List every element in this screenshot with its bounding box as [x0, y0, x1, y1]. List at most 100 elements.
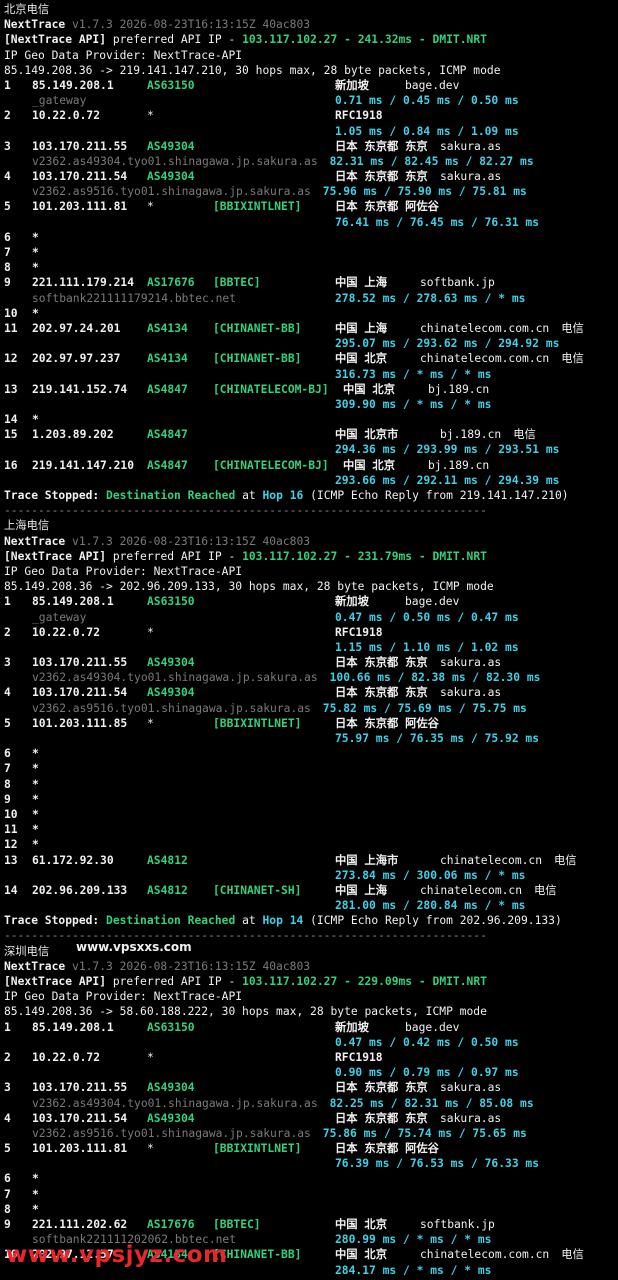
hop-tag: [BBIXINTLNET]: [213, 1142, 302, 1156]
hop-row: 1 85.149.208.1 AS63150 新加坡 bage.dev: [4, 1020, 616, 1035]
hop-isp: 电信: [554, 853, 577, 867]
hop-ip: *: [32, 1187, 39, 1201]
hop-detail-row: 75.97 ms / 76.35 ms / 75.92 ms: [4, 731, 616, 746]
hop-tag: [CHINANET-BB]: [213, 352, 302, 366]
hop-tag: [BBIXINTLNET]: [213, 716, 302, 730]
hop-row: 4 103.170.211.54 AS49304 日本 东京都 东京 sakura.as: [4, 685, 616, 700]
hop-row: 1 85.149.208.1 AS63150 新加坡 bage.dev: [4, 594, 616, 609]
hop-isp: 电信: [513, 428, 536, 442]
hop-geo: 日本 东京都 东京: [335, 1111, 428, 1125]
hop-number: 7: [4, 1187, 11, 1201]
hop-rtt: 76.41 ms / 76.45 ms / 76.31 ms: [335, 215, 540, 229]
hop-hostname: v2362.as9516.tyo01.shinagawa.jp.sakura.a…: [32, 185, 311, 199]
hop-row: 6 *: [4, 1171, 616, 1186]
hop-rtt: 75.86 ms / 75.74 ms / 75.65 ms: [322, 1126, 527, 1140]
nexttrace-name: NextTrace: [4, 959, 66, 973]
api-prefix: [NextTrace API]: [4, 975, 107, 988]
hop-row: 16 219.141.147.210 AS4847 [CHINATELECOM-BJ]…: [4, 458, 616, 473]
hop-number: 1: [4, 78, 11, 92]
hop-row: 6 *: [4, 230, 616, 245]
hop-ip: 221.111.202.62: [32, 1218, 128, 1231]
trace-summary: 85.149.208.36 -> 58.60.188.222, 30 hops …: [4, 1005, 487, 1019]
hop-detail-row: 1.15 ms / 1.10 ms / 1.02 ms: [4, 640, 616, 655]
hop-row: 2 10.22.0.72 * RFC1918: [4, 1050, 616, 1065]
hop-number: 1: [4, 1020, 11, 1034]
hop-domain: softbank.jp: [420, 1218, 495, 1231]
hop-number: 11: [4, 823, 18, 837]
hop-ip: 101.203.111.85: [32, 716, 128, 730]
hop-row: 5 101.203.111.85 * [BBIXINTLNET] 日本 东京都 阿佐谷: [4, 716, 616, 731]
hop-ip: 221.111.179.214: [32, 276, 135, 290]
hop-asn: AS4847: [147, 382, 188, 396]
hop-number: 14: [4, 883, 18, 897]
hop-number: 9: [4, 276, 11, 290]
hop-number: 13: [4, 382, 18, 396]
hop-number: 8: [4, 777, 11, 791]
hop-rtt: 100.66 ms / 82.38 ms / 82.30 ms: [329, 671, 541, 685]
hop-ip: 103.170.211.54: [32, 170, 128, 184]
hop-detail-row: 1.05 ms / 0.84 ms / 1.09 ms: [4, 124, 616, 139]
hop-rtt: 75.97 ms / 76.35 ms / 75.92 ms: [335, 732, 540, 745]
hop-geo: 日本 东京都 东京: [335, 139, 428, 153]
hop-number: 1: [4, 595, 11, 609]
hop-number: 5: [4, 200, 11, 214]
api-ip: 103.117.102.27: [242, 33, 338, 47]
hop-ip: *: [32, 838, 39, 852]
api-node: DMIT.NRT: [432, 549, 487, 563]
inline-group: [NextTrace API] preferred API IP - 103.1…: [4, 549, 487, 564]
hop-number: 16: [4, 458, 18, 472]
hop-asn: *: [147, 1050, 154, 1064]
hop-asn: AS4134: [147, 352, 188, 366]
hop-asn: AS49304: [147, 170, 195, 184]
hop-asn: AS49304: [147, 656, 195, 670]
hop-rtt: 284.17 ms / * ms / * ms: [335, 1263, 492, 1277]
hop-ip: *: [32, 306, 39, 320]
hop-ip: 10.22.0.72: [32, 1050, 101, 1064]
hop-row: 14 202.96.209.133 AS4812 [CHINANET-SH] 中国 上海…: [4, 883, 616, 898]
hop-number: 12: [4, 352, 18, 366]
hop-row: 4 103.170.211.54 AS49304 日本 东京都 东京 sakura.as: [4, 169, 616, 184]
hop-asn: AS4812: [147, 883, 188, 897]
hop-tag: [BBIXINTLNET]: [213, 200, 302, 214]
stop-hop: Hop 16: [262, 489, 304, 502]
hop-number: 5: [4, 716, 11, 730]
hop-rtt: 82.25 ms / 82.31 ms / 85.08 ms: [329, 1096, 534, 1110]
hop-row: 8 *: [4, 1202, 616, 1217]
hop-asn: AS17676: [147, 276, 195, 290]
hop-domain: sakura.as: [440, 139, 502, 153]
hop-ip: 1.203.89.202: [32, 428, 114, 442]
hop-row: 10 *: [4, 807, 616, 822]
hop-hostname: softbank221111179214.bbtec.net: [32, 291, 237, 305]
hop-geo: 中国 北京: [335, 1248, 387, 1262]
hop-domain: bage.dev: [405, 595, 460, 609]
hop-row: 11 202.97.24.201 AS4134 [CHINANET-BB] 中国 上海 c…: [4, 321, 616, 336]
hop-ip: 103.170.211.55: [32, 656, 128, 670]
hop-ip: 10.22.0.72: [32, 109, 101, 123]
hop-row: 10 *: [4, 306, 616, 321]
hop-domain: chinatelecom.com.cn: [420, 352, 550, 366]
hop-asn: AS49304: [147, 686, 195, 700]
hop-domain: bj.189.cn: [428, 458, 490, 472]
hop-asn: AS17676: [147, 1218, 195, 1231]
version-line: NextTrace v1.7.3 2026-08-23T16:13:15Z 40…: [4, 17, 616, 32]
hop-ip: *: [32, 413, 39, 427]
hop-domain: softbank.jp: [420, 276, 495, 290]
divider: ----------------------------------------…: [4, 504, 487, 518]
hop-geo: 中国 北京市: [335, 428, 399, 442]
hop-detail-row: v2362.as9516.tyo01.shinagawa.jp.sakura.a…: [4, 1126, 616, 1141]
sep: -: [412, 33, 433, 47]
sep: -: [412, 549, 433, 563]
stop-hop: Hop 14: [262, 914, 304, 928]
hop-geo: 中国 北京: [343, 458, 395, 472]
hop-row: 1 85.149.208.1 AS63150 新加坡 bage.dev: [4, 78, 616, 93]
version-info: v1.7.3 2026-08-23T16:13:15Z 40ac803: [65, 534, 311, 548]
geo-provider-line: IP Geo Data Provider: NextTrace-API: [4, 564, 616, 579]
geo-provider-line: IP Geo Data Provider: NextTrace-API: [4, 989, 616, 1004]
hop-ip: *: [32, 807, 39, 821]
hop-rtt: 76.39 ms / 76.53 ms / 76.33 ms: [335, 1157, 540, 1171]
hop-row: 7 *: [4, 761, 616, 776]
